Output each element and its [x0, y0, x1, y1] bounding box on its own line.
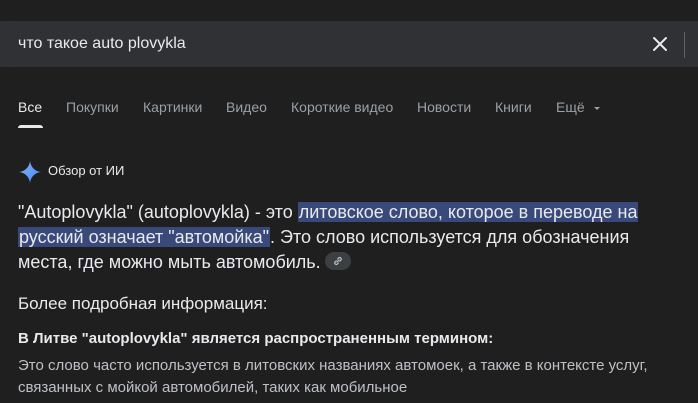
- link-icon: [333, 257, 342, 266]
- search-bar: [0, 21, 698, 67]
- active-tab-indicator: [18, 125, 43, 128]
- tab-news[interactable]: Новости: [417, 95, 471, 119]
- ai-overview-title: Обзор от ИИ: [48, 163, 125, 178]
- sparkle-icon: [19, 161, 41, 183]
- tab-images[interactable]: Картинки: [143, 95, 202, 119]
- search-input[interactable]: [18, 32, 618, 56]
- tab-shopping[interactable]: Покупки: [66, 95, 119, 119]
- section-paragraph: Это слово часто используется в литовских…: [18, 357, 648, 396]
- source-link-chip[interactable]: [324, 252, 351, 271]
- section-heading: В Литве "autoplovykla" является распрост…: [18, 330, 494, 347]
- answer-highlight-1: литовское слово, которое в переводе на: [297, 202, 639, 222]
- answer-highlight-2: русский означает "автомойка": [18, 227, 270, 247]
- tab-short-videos[interactable]: Короткие видео: [291, 95, 393, 119]
- tab-more[interactable]: Ещё: [556, 95, 602, 119]
- ai-answer: "Autoplovykla" (autoplovykla) - это лито…: [18, 200, 678, 275]
- more-info-heading: Более подробная информация:: [18, 294, 268, 313]
- tab-all[interactable]: Все: [18, 95, 42, 119]
- answer-text-start: "Autoplovykla" (autoplovykla) - это: [18, 202, 298, 222]
- search-divider: [684, 32, 685, 58]
- caret-down-icon: [593, 107, 600, 111]
- tab-more-label: Ещё: [556, 99, 585, 115]
- tab-books[interactable]: Книги: [495, 95, 532, 119]
- tab-videos[interactable]: Видео: [226, 95, 267, 119]
- close-icon[interactable]: [648, 32, 672, 56]
- search-tabs: Все Покупки Картинки Видео Короткие виде…: [0, 95, 698, 129]
